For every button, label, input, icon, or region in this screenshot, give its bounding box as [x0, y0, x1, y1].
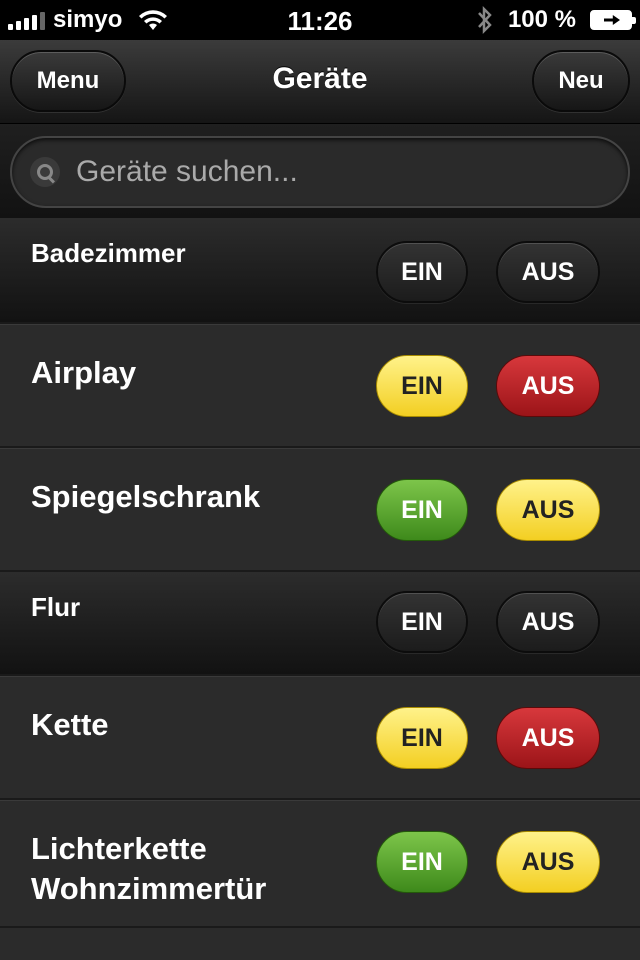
device-label: Lichterkette Wohnzimmertür [31, 831, 267, 906]
status-bar-right: 100 % [476, 0, 636, 40]
battery-percent: 100 % [507, 6, 576, 33]
off-button[interactable]: AUS [496, 241, 600, 303]
search-input[interactable] [76, 155, 576, 189]
device-list: Badezimmer EIN AUS Airplay EIN AUS Spieg… [0, 218, 640, 928]
device-row-kette: Kette EIN AUS [0, 676, 640, 800]
device-row-lichterkette-wohnzimmertuer: Lichterkette Wohnzimmertür EIN AUS [0, 800, 640, 928]
on-button[interactable]: EIN [376, 591, 468, 653]
navigation-bar: Menu Geräte Neu [0, 40, 640, 124]
device-label: Spiegelschrank [31, 479, 261, 514]
on-button[interactable]: EIN [376, 355, 468, 417]
on-button[interactable]: EIN [376, 241, 468, 303]
off-button[interactable]: AUS [496, 479, 600, 541]
off-button[interactable]: AUS [496, 707, 600, 769]
off-button[interactable]: AUS [496, 355, 600, 417]
on-button[interactable]: EIN [376, 707, 468, 769]
off-button[interactable]: AUS [496, 591, 600, 653]
device-row-airplay: Airplay EIN AUS [0, 324, 640, 448]
device-row-spiegelschrank: Spiegelschrank EIN AUS [0, 448, 640, 572]
group-row-flur: Flur EIN AUS [0, 572, 640, 676]
status-bar: simyo 11:26 100 % [0, 0, 640, 40]
new-button[interactable]: Neu [532, 50, 630, 112]
bluetooth-icon [478, 5, 492, 35]
group-row-badezimmer: Badezimmer EIN AUS [0, 218, 640, 324]
on-button[interactable]: EIN [376, 479, 468, 541]
on-button[interactable]: EIN [376, 831, 468, 893]
search-icon [30, 157, 60, 187]
search-bar [0, 124, 640, 218]
device-label: Kette [31, 707, 109, 742]
group-label: Flur [31, 592, 81, 622]
search-field[interactable] [10, 136, 630, 208]
device-label: Airplay [31, 355, 137, 390]
group-label: Badezimmer [31, 238, 186, 268]
off-button[interactable]: AUS [496, 831, 600, 893]
battery-charging-icon [590, 10, 636, 30]
